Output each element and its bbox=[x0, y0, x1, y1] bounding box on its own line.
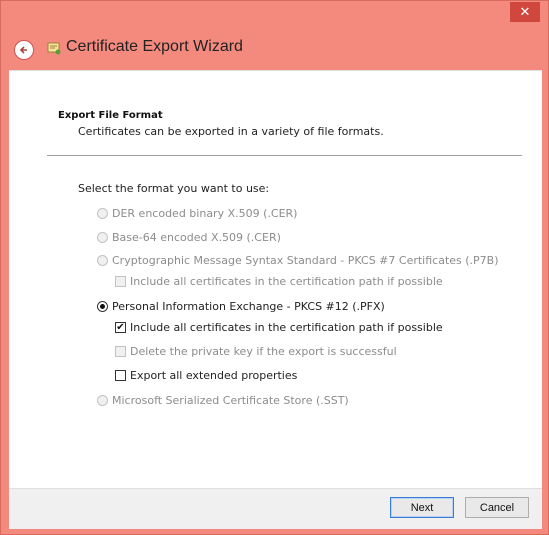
checkbox-indicator[interactable]: ✔ bbox=[115, 322, 126, 333]
close-icon: ✕ bbox=[519, 4, 531, 20]
checkmark-icon: ✔ bbox=[116, 321, 125, 333]
checkbox-indicator[interactable] bbox=[115, 346, 126, 357]
option-label: Export all extended properties bbox=[130, 369, 298, 382]
option-label: Microsoft Serialized Certificate Store (… bbox=[112, 394, 349, 407]
option-label: DER encoded binary X.509 (.CER) bbox=[112, 207, 298, 220]
format-prompt: Select the format you want to use: bbox=[78, 182, 270, 195]
radio-base64-cer[interactable]: Base-64 encoded X.509 (.CER) bbox=[97, 231, 281, 244]
wizard-window: ✕ Certificate Export Wizard Export File … bbox=[0, 0, 549, 535]
certificate-icon bbox=[47, 42, 61, 55]
back-button[interactable] bbox=[14, 40, 34, 60]
wizard-footer: Next Cancel bbox=[9, 488, 542, 529]
cancel-button[interactable]: Cancel bbox=[465, 497, 529, 518]
radio-sst[interactable]: Microsoft Serialized Certificate Store (… bbox=[97, 394, 349, 407]
section-subtitle: Certificates can be exported in a variet… bbox=[78, 125, 384, 138]
radio-indicator[interactable] bbox=[97, 255, 108, 266]
checkbox-delete-private-key[interactable]: Delete the private key if the export is … bbox=[115, 345, 397, 358]
option-label: Include all certificates in the certific… bbox=[130, 275, 443, 288]
next-button[interactable]: Next bbox=[390, 497, 454, 518]
wizard-header: Certificate Export Wizard bbox=[9, 23, 540, 70]
radio-pkcs7-p7b[interactable]: Cryptographic Message Syntax Standard - … bbox=[97, 254, 499, 267]
section-title: Export File Format bbox=[58, 110, 163, 121]
option-label: Base-64 encoded X.509 (.CER) bbox=[112, 231, 281, 244]
option-label: Delete the private key if the export is … bbox=[130, 345, 397, 358]
option-label: Cryptographic Message Syntax Standard - … bbox=[112, 254, 499, 267]
checkbox-p7b-include-path[interactable]: Include all certificates in the certific… bbox=[115, 275, 443, 288]
checkbox-pfx-include-path[interactable]: ✔ Include all certificates in the certif… bbox=[115, 321, 443, 334]
wizard-content: Export File Format Certificates can be e… bbox=[9, 70, 542, 489]
radio-der-cer[interactable]: DER encoded binary X.509 (.CER) bbox=[97, 207, 297, 220]
checkbox-export-extended-properties[interactable]: Export all extended properties bbox=[115, 369, 297, 382]
option-label: Personal Information Exchange - PKCS #12… bbox=[112, 300, 385, 313]
radio-indicator[interactable] bbox=[97, 232, 108, 243]
section-divider bbox=[47, 155, 522, 156]
radio-pkcs12-pfx[interactable]: Personal Information Exchange - PKCS #12… bbox=[97, 300, 385, 313]
back-arrow-icon bbox=[19, 46, 27, 54]
checkbox-indicator[interactable] bbox=[115, 276, 126, 287]
radio-indicator[interactable] bbox=[97, 395, 108, 406]
close-button[interactable]: ✕ bbox=[510, 2, 540, 22]
radio-indicator[interactable] bbox=[97, 208, 108, 219]
checkbox-indicator[interactable] bbox=[115, 370, 126, 381]
window-title: Certificate Export Wizard bbox=[66, 38, 243, 55]
option-label: Include all certificates in the certific… bbox=[130, 321, 443, 334]
radio-indicator[interactable] bbox=[97, 301, 108, 312]
